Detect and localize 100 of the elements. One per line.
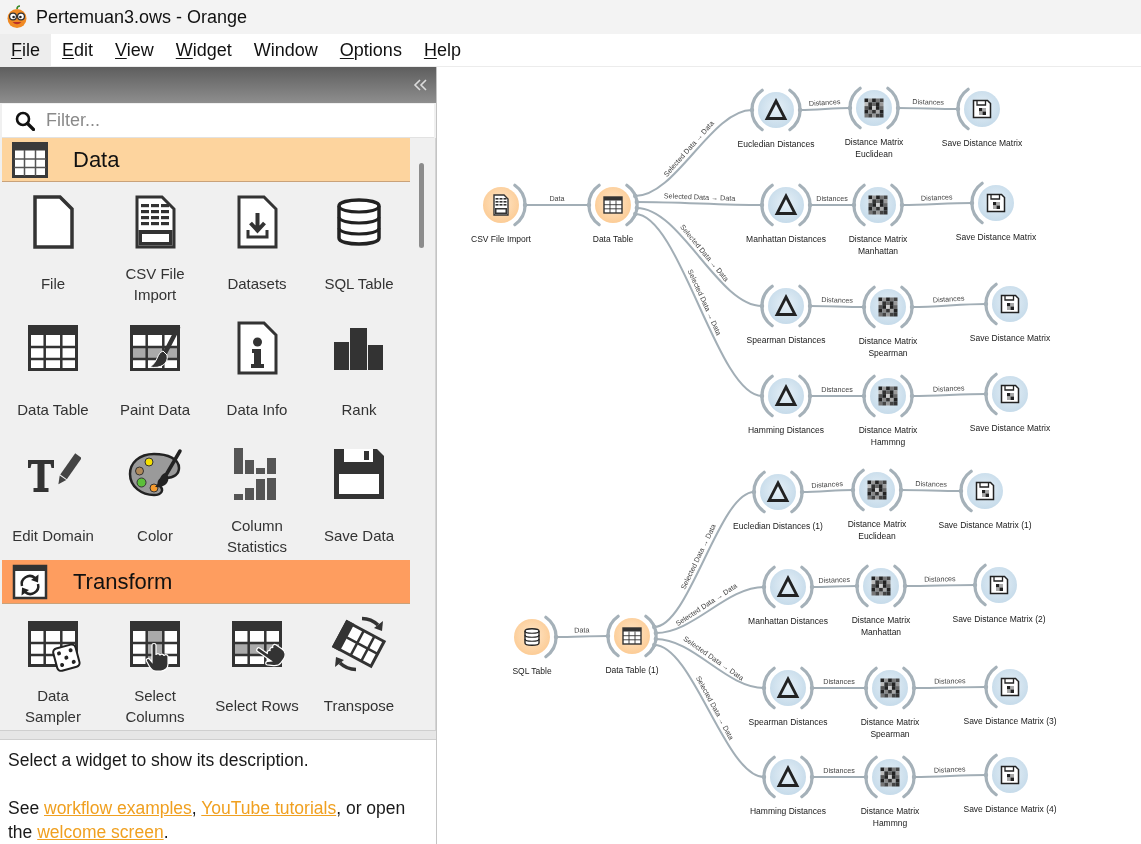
widget-node[interactable] <box>762 666 814 710</box>
widget-button[interactable]: CSV File Import <box>104 182 206 308</box>
node-label: Save Distance Matrix <box>955 231 1037 243</box>
node-label: Data Table <box>592 233 634 245</box>
node-label: Data Table (1) <box>605 664 659 676</box>
widget-node[interactable] <box>848 86 900 130</box>
app-logo-icon <box>5 5 29 29</box>
node-label: Distance Matrix Manhattan <box>851 614 911 638</box>
refresh-arrows-icon <box>12 563 48 600</box>
widget-button[interactable]: Select Columns <box>104 604 206 730</box>
window-title: Pertemuan3.ows - Orange <box>36 6 248 28</box>
menu-item[interactable]: Options <box>328 34 413 66</box>
widget-node[interactable] <box>587 183 639 227</box>
node-label: Distance Matrix Spearman <box>860 716 920 740</box>
widget-node[interactable] <box>855 564 907 608</box>
widget-button[interactable]: SQL Table <box>308 182 410 308</box>
node-label: CSV File Import <box>471 233 531 245</box>
widget-node[interactable] <box>762 565 814 609</box>
menu-item[interactable]: Help <box>412 34 472 66</box>
widget-node[interactable] <box>862 285 914 329</box>
widget-button[interactable]: Rank <box>308 308 410 434</box>
menu-item[interactable]: Edit <box>51 34 105 66</box>
widget-node[interactable] <box>864 666 916 710</box>
widget-button[interactable]: File <box>2 182 104 308</box>
node-label: Save Distance Matrix <box>941 137 1023 149</box>
node-label: Hamming Distances <box>749 805 827 817</box>
widget-button[interactable]: Color <box>104 434 206 560</box>
widget-button[interactable]: Edit Domain <box>2 434 104 560</box>
node-label: Distance Matrix Hammng <box>860 805 920 829</box>
description-text: Select a widget to show its description. <box>8 749 310 772</box>
widget-node[interactable] <box>752 470 804 514</box>
menu-item[interactable]: File <box>0 34 51 66</box>
widget-node[interactable] <box>606 614 658 658</box>
table-icon <box>604 197 622 213</box>
widget-node[interactable] <box>984 282 1028 326</box>
checkerboard-icon <box>867 480 887 500</box>
node-label: Distance Matrix Euclidean <box>847 518 907 542</box>
widget-button[interactable]: Data Sampler <box>2 604 104 730</box>
widget-button[interactable]: Paint Data <box>104 308 206 434</box>
category-header[interactable]: Data <box>2 138 410 182</box>
menu-item[interactable]: View <box>104 34 165 66</box>
node-label: Spearman Distances <box>746 334 826 346</box>
node-label: Eucledian Distances (1) <box>733 520 823 532</box>
widget-button[interactable]: Save Data <box>308 434 410 560</box>
widget-node[interactable] <box>750 88 802 132</box>
triangle-icon <box>779 768 797 786</box>
widget-node[interactable] <box>959 469 1003 513</box>
widget-node[interactable] <box>762 755 814 799</box>
checkerboard-icon <box>864 98 884 118</box>
widget-node[interactable] <box>973 563 1017 607</box>
node-label: Eucledian Distances <box>737 138 815 150</box>
widget-node[interactable] <box>984 753 1028 797</box>
widget-node[interactable] <box>514 615 558 659</box>
widget-button[interactable]: Transpose <box>308 604 410 730</box>
menu-item[interactable]: Window <box>242 34 329 66</box>
database-icon <box>525 628 539 646</box>
widget-node[interactable] <box>483 183 527 227</box>
search-icon <box>15 111 35 131</box>
node-label: Save Distance Matrix (4) <box>963 803 1057 815</box>
widget-node[interactable] <box>851 468 903 512</box>
table-icon <box>12 141 48 178</box>
widget-button[interactable]: Datasets <box>206 182 308 308</box>
node-label: Spearman Distances <box>748 716 828 728</box>
checkerboard-icon <box>878 386 898 406</box>
node-label: SQL Table <box>512 665 552 677</box>
triangle-icon <box>777 196 795 214</box>
triangle-icon <box>769 483 787 501</box>
node-label: Manhattan Distances <box>746 233 826 245</box>
checkerboard-icon <box>871 576 891 596</box>
checkerboard-icon <box>880 767 900 787</box>
widget-node[interactable] <box>760 284 812 328</box>
triangle-icon <box>777 297 795 315</box>
widget-button[interactable]: Select Rows <box>206 604 308 730</box>
widget-node[interactable] <box>760 183 812 227</box>
collapse-icon[interactable] <box>413 79 427 91</box>
node-label: Save Distance Matrix <box>969 332 1051 344</box>
widget-node[interactable] <box>970 181 1014 225</box>
widget-node[interactable] <box>760 374 812 418</box>
widget-node[interactable] <box>864 755 916 799</box>
help-text: See workflow examples, YouTube tutorials, or open the welcome screen. <box>8 797 407 844</box>
checkerboard-icon <box>878 297 898 317</box>
csv-file-icon <box>494 195 508 215</box>
menu-item[interactable]: Widget <box>164 34 243 66</box>
widget-button[interactable]: Column Statistics <box>206 434 308 560</box>
triangle-icon <box>767 101 785 119</box>
widget-button[interactable]: Data Table <box>2 308 104 434</box>
scrollbar-thumb[interactable] <box>419 163 424 248</box>
category-header[interactable]: Transform <box>2 560 410 604</box>
widget-button[interactable]: Data Info <box>206 308 308 434</box>
widget-node[interactable] <box>852 183 904 227</box>
widget-node[interactable] <box>862 374 914 418</box>
checkerboard-icon <box>880 678 900 698</box>
node-label: Distance Matrix Manhattan <box>848 233 908 257</box>
triangle-icon <box>779 679 797 697</box>
widget-node[interactable] <box>984 665 1028 709</box>
node-label: Save Distance Matrix (1) <box>938 519 1032 531</box>
filter-field[interactable]: Filter... <box>2 104 434 138</box>
widget-node[interactable] <box>984 372 1028 416</box>
node-label: Distance Matrix Euclidean <box>844 136 904 160</box>
widget-node[interactable] <box>956 87 1000 131</box>
